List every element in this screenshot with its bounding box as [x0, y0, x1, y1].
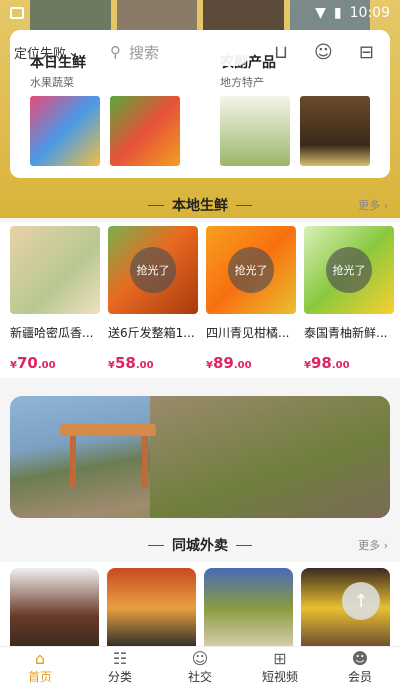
- takeaway-list: [0, 562, 400, 648]
- product-card[interactable]: 新疆哈密瓜香... ¥70.00: [10, 226, 100, 378]
- back-to-top-button[interactable]: ↑: [342, 582, 380, 620]
- section-header-takeaway: 同城外卖 更多 ›: [0, 530, 400, 560]
- category-subtitle: 水果蔬菜: [30, 76, 74, 89]
- nav-label: 会员: [347, 670, 372, 684]
- soldout-badge: 抢光了: [228, 247, 274, 293]
- nav-label: 短视频: [261, 670, 298, 684]
- more-link[interactable]: 更多 ›: [358, 197, 388, 213]
- banner-gate-roof: [60, 424, 156, 436]
- takeaway-image[interactable]: [204, 568, 293, 648]
- category-subtitle: 地方特产: [220, 76, 264, 89]
- promo-banner[interactable]: [10, 396, 390, 518]
- product-name: 四川青见柑橘...: [206, 326, 290, 340]
- category-icon: ☷: [112, 649, 128, 668]
- location-selector[interactable]: 定位失败 ⌄: [14, 43, 100, 62]
- nav-item-social[interactable]: ☺ 社交: [160, 647, 240, 688]
- takeaway-image[interactable]: [10, 568, 99, 648]
- product-price: ¥98.00: [304, 354, 350, 372]
- wifi-icon: ▼: [315, 5, 326, 21]
- nav-item-home[interactable]: ⌂ 首页: [0, 647, 80, 688]
- nav-label: 社交: [187, 670, 212, 684]
- home-icon: ⌂: [34, 649, 46, 668]
- section-title: 同城外卖: [172, 538, 228, 554]
- product-image: 抢光了: [304, 226, 394, 314]
- member-icon: ☻: [351, 649, 369, 668]
- soldout-badge: 抢光了: [326, 247, 372, 293]
- nav-item-category[interactable]: ☷ 分类: [80, 647, 160, 688]
- product-price: ¥70.00: [10, 354, 56, 372]
- product-image: 抢光了: [206, 226, 296, 314]
- more-link[interactable]: 更多 ›: [358, 537, 388, 553]
- search-row: 定位失败 ⌄ ⚲ 搜索 ⊔ ☺ ⊟: [0, 36, 400, 68]
- notification-icon: [10, 7, 24, 19]
- product-name: 新疆哈密瓜香...: [10, 326, 94, 340]
- section-header-fresh: 本地生鲜 更多 ›: [0, 190, 400, 220]
- chevron-down-icon: ⌄: [68, 44, 79, 60]
- category-images-agri: [220, 96, 370, 166]
- soldout-badge: 抢光了: [130, 247, 176, 293]
- product-image: [10, 226, 100, 314]
- nav-label: 首页: [27, 670, 52, 684]
- search-icon: ⚲: [110, 43, 121, 61]
- nav-item-member[interactable]: ☻ 会员: [320, 647, 400, 688]
- section-title: 本地生鲜: [172, 198, 228, 214]
- status-bar: ▼ ▮ 10:09: [0, 0, 400, 26]
- nav-item-video[interactable]: ⊞ 短视频: [240, 647, 320, 688]
- product-card[interactable]: 抢光了 四川青见柑橘... ¥89.00: [206, 226, 296, 378]
- product-name: 送6斤发整箱1...: [108, 326, 195, 340]
- social-icon: ☺: [191, 649, 209, 668]
- takeaway-image[interactable]: [107, 568, 196, 648]
- message-icon[interactable]: ☺: [314, 42, 333, 63]
- status-time: 10:09: [349, 5, 390, 21]
- battery-icon: ▮: [333, 5, 342, 21]
- banner-gate-post: [70, 436, 76, 488]
- search-input[interactable]: ⚲ 搜索: [100, 38, 250, 66]
- product-card[interactable]: 抢光了 泰国青柚新鲜... ¥98.00: [304, 226, 394, 378]
- product-card[interactable]: 抢光了 送6斤发整箱1... ¥58.00: [108, 226, 198, 378]
- banner-gate-post: [142, 436, 148, 488]
- location-label: 定位失败: [14, 46, 67, 62]
- category-images-fresh: [30, 96, 180, 166]
- product-name: 泰国青柚新鲜...: [304, 326, 388, 340]
- nav-label: 分类: [107, 670, 132, 684]
- cart-icon[interactable]: ⊔: [274, 42, 288, 63]
- product-price: ¥89.00: [206, 354, 252, 372]
- scan-icon[interactable]: ⊟: [359, 42, 374, 63]
- video-icon: ⊞: [273, 649, 287, 668]
- product-price: ¥58.00: [108, 354, 154, 372]
- search-placeholder: 搜索: [129, 43, 160, 62]
- product-image: 抢光了: [108, 226, 198, 314]
- product-list: 新疆哈密瓜香... ¥70.00 抢光了 送6斤发整箱1... ¥58.00 抢…: [0, 222, 400, 378]
- banner-cliff-image: [150, 396, 390, 518]
- bottom-nav: ⌂ 首页 ☷ 分类 ☺ 社交 ⊞ 短视频 ☻ 会员: [0, 646, 400, 688]
